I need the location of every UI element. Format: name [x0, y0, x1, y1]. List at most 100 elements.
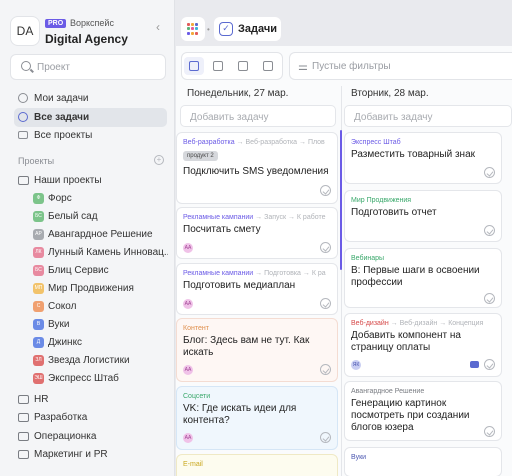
all-tasks-icon [18, 112, 28, 122]
folder-icon [18, 131, 28, 139]
filter-bar[interactable]: ⚌ Пустые фильтры [289, 52, 512, 80]
task-breadcrumb: Мир Продвижения [351, 197, 412, 204]
folder-icon [18, 395, 29, 404]
project-color-icon: ЭШ [33, 373, 44, 384]
project-item[interactable]: БС Белый сад [33, 208, 168, 226]
complete-check-icon[interactable] [320, 432, 331, 443]
complete-check-icon[interactable] [484, 359, 495, 370]
column-header-monday: Понедельник, 27 мар. [187, 88, 289, 99]
apps-button[interactable] [181, 17, 205, 41]
folder-label: HR [34, 394, 49, 405]
task-breadcrumb: Контент [183, 325, 209, 332]
project-item[interactable]: БС Блиц Сервис [33, 262, 168, 280]
comment-icon[interactable] [470, 361, 479, 368]
assignee-avatar[interactable]: АА [183, 365, 193, 375]
task-title: Добавить компонент на страницу оплаты [351, 330, 461, 353]
assignee-avatar[interactable]: ЯК [351, 360, 361, 370]
add-project-icon[interactable]: + [154, 155, 164, 165]
view-board-button[interactable] [184, 57, 204, 75]
project-item[interactable]: С Сокол [33, 298, 168, 316]
task-card[interactable]: Мир Продвижения Подготовить отчет [344, 190, 502, 242]
add-task-input[interactable]: Добавить задачу [180, 105, 336, 127]
filter-sliders-icon: ⚌ [298, 61, 308, 73]
task-card[interactable]: Контент Блог: Здесь вам не тут. Как иска… [176, 318, 338, 382]
task-card[interactable]: E-mail [176, 454, 338, 476]
project-label: Джинкс [48, 337, 83, 348]
nav-all-projects[interactable]: Все проекты [14, 126, 167, 145]
complete-check-icon[interactable] [484, 293, 495, 304]
tab-tasks[interactable]: ✓ Задачи [214, 17, 281, 41]
complete-check-icon[interactable] [484, 225, 495, 236]
task-card[interactable]: Вебинары В: Первые шаги в освоении профе… [344, 248, 502, 308]
project-color-icon: С [33, 301, 44, 312]
assignee-avatar[interactable]: АА [183, 243, 193, 253]
folder-development[interactable]: Разработка [18, 409, 168, 427]
project-item[interactable]: ЛК Лунный Камень Инновац... [33, 244, 168, 262]
nav-label: Мои задачи [34, 93, 89, 104]
view-list-button[interactable] [208, 57, 228, 75]
folder-hr[interactable]: HR [18, 391, 168, 409]
workspace-name[interactable]: Digital Agency [45, 32, 128, 46]
apps-grid-icon [187, 23, 199, 35]
project-item[interactable]: В Вуки [33, 316, 168, 334]
folder-our-projects[interactable]: Наши проекты [18, 172, 168, 190]
task-breadcrumb: Рекламные кампании → Подготовка → К ра [183, 270, 326, 277]
project-label: Белый сад [48, 211, 98, 222]
complete-check-icon[interactable] [320, 185, 331, 196]
project-color-icon: ЗЛ [33, 355, 44, 366]
task-card[interactable]: Веб-дизайн → Веб-дизайн → Концепция Доба… [344, 313, 502, 377]
workspace-label: Воркспейс [70, 18, 114, 28]
view-gantt-button[interactable] [258, 57, 278, 75]
today-indicator [340, 130, 342, 270]
project-item[interactable]: АР Авангардное Решение [33, 226, 168, 244]
task-card[interactable]: Авангардное Решение Генерацию картинок п… [344, 381, 502, 441]
complete-check-icon[interactable] [320, 364, 331, 375]
project-item[interactable]: Ф Форс [33, 190, 168, 208]
folder-label: Маркетинг и PR [34, 449, 108, 460]
project-search-input[interactable]: Проект [10, 54, 166, 80]
folder-icon [18, 413, 29, 422]
folder-icon [18, 450, 29, 459]
project-color-icon: В [33, 319, 44, 330]
complete-check-icon[interactable] [320, 242, 331, 253]
list-view-icon [213, 61, 223, 71]
task-tag: продукт 2 [183, 151, 218, 161]
project-item[interactable]: ЗЛ Звезда Логистики [33, 352, 168, 370]
complete-check-icon[interactable] [320, 298, 331, 309]
project-label: Блиц Сервис [48, 265, 109, 276]
filter-placeholder: Пустые фильтры [312, 61, 391, 72]
project-item[interactable]: ЭШ Экспресс Штаб [33, 370, 168, 388]
add-task-input[interactable]: Добавить задачу [344, 105, 512, 127]
task-title: Блог: Здесь вам не тут. Как искать [183, 335, 310, 358]
complete-check-icon[interactable] [484, 426, 495, 437]
complete-check-icon[interactable] [484, 167, 495, 178]
task-card[interactable]: Рекламные кампании → Подготовка → К ра П… [176, 263, 338, 315]
project-label: Экспресс Штаб [48, 373, 119, 384]
task-title: Разместить товарный знак [351, 149, 476, 160]
task-card[interactable]: Рекламные кампании → Запуск → К работе П… [176, 207, 338, 259]
assignee-avatar[interactable]: АА [183, 433, 193, 443]
task-card[interactable]: Соцсети VK: Где искать идеи для контента… [176, 386, 338, 450]
project-label: Сокол [48, 301, 77, 312]
board-view-icon [189, 61, 199, 71]
folder-marketing[interactable]: Маркетинг и PR [18, 446, 168, 464]
folder-label: Разработка [34, 412, 88, 423]
task-card[interactable]: Вуки [344, 447, 502, 476]
nav-my-tasks[interactable]: Мои задачи [14, 89, 167, 108]
assignee-avatar[interactable]: АА [183, 299, 193, 309]
project-item[interactable]: МП Мир Продвижения [33, 280, 168, 298]
view-table-button[interactable] [233, 57, 253, 75]
sidebar: DA PRO Воркспейс Digital Agency ‹ Проект… [0, 0, 175, 476]
add-task-placeholder: Добавить задачу [354, 112, 433, 123]
collapse-sidebar-icon[interactable]: ‹ [156, 20, 160, 34]
project-item[interactable]: Д Джинкс [33, 334, 168, 352]
nav-all-tasks[interactable]: Все задачи [14, 108, 167, 127]
workspace-avatar[interactable]: DA [10, 16, 40, 46]
project-label: Звезда Логистики [48, 355, 130, 366]
task-card[interactable]: Экспресс Штаб Разместить товарный знак [344, 132, 502, 184]
table-view-icon [238, 61, 248, 71]
folder-operations[interactable]: Операционка [18, 428, 168, 446]
workspace-switcher[interactable]: DA PRO Воркспейс Digital Agency ‹ [10, 14, 170, 48]
project-color-icon: ЛК [33, 247, 44, 258]
task-card[interactable]: Веб-разработка → Веб-разработка → Плов п… [176, 132, 338, 204]
